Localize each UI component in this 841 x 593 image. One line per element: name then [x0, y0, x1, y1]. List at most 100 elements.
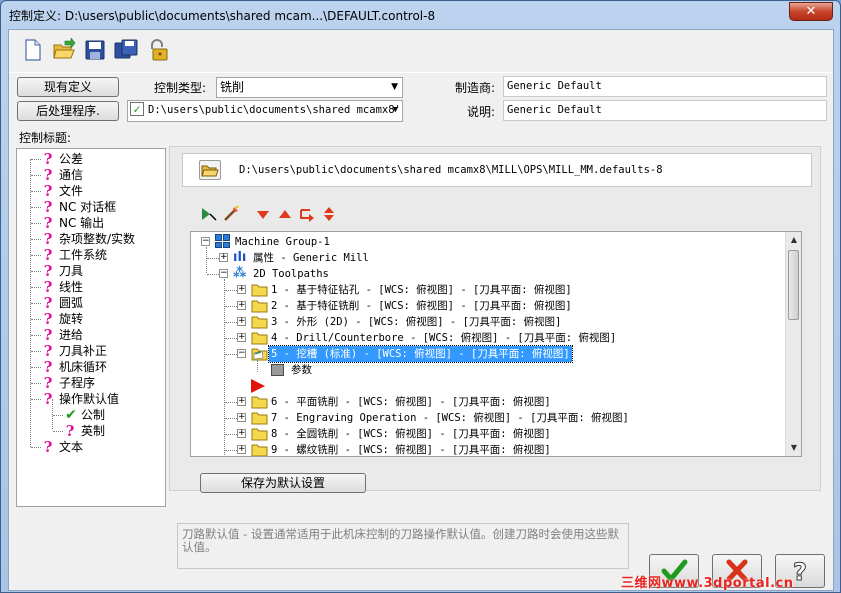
question-icon: ?: [43, 294, 53, 312]
folder-icon: [251, 428, 268, 441]
operation-node[interactable]: 3 - 外形 (2D) - [WCS: 俯视图] - [刀具平面: 俯视图]: [269, 314, 563, 330]
folder-icon: [251, 412, 268, 425]
question-icon: ?: [43, 438, 53, 456]
control-topic-label: 操作默认值: [59, 392, 120, 406]
operation-node[interactable]: 1 - 基于特征钻孔 - [WCS: 俯视图] - [刀具平面: 俯视图]: [269, 282, 574, 298]
toolpath-group-icon: ⁂: [233, 266, 247, 281]
question-icon: ?: [43, 358, 53, 376]
chevron-down-icon: ▼: [391, 82, 398, 92]
description-field[interactable]: Generic Default: [503, 100, 827, 121]
operation-node[interactable]: 2 - 基于特征铣削 - [WCS: 俯视图] - [刀具平面: 俯视图]: [269, 298, 574, 314]
expand-icon[interactable]: +: [237, 429, 246, 438]
watermark-text: 三维网www.3dportal.cn: [621, 576, 794, 591]
tree-connector: [31, 207, 41, 208]
tree-connector: [225, 306, 237, 307]
tree-connector: [31, 383, 41, 384]
expand-icon[interactable]: +: [237, 301, 246, 310]
existing-definition-button[interactable]: 现有定义: [17, 77, 119, 97]
expand-icon[interactable]: +: [237, 445, 246, 454]
move-down-icon[interactable]: [254, 205, 272, 223]
expand-icon[interactable]: +: [237, 413, 246, 422]
question-icon: ?: [43, 198, 53, 216]
tree-scrollbar[interactable]: ▲ ▼: [785, 232, 801, 456]
scroll-thumb[interactable]: [788, 250, 799, 320]
collapse-icon[interactable]: −: [237, 349, 246, 358]
title-bar[interactable]: 控制定义: D:\users\public\documents\shared m…: [1, 1, 840, 29]
expand-icon[interactable]: +: [237, 333, 246, 342]
control-type-label: 控制类型:: [154, 81, 207, 95]
expand-icon[interactable]: +: [237, 285, 246, 294]
tree-connector: [225, 418, 237, 419]
insert-arrow-icon[interactable]: [298, 205, 316, 223]
control-topic-label: 旋转: [59, 312, 84, 326]
move-up-icon[interactable]: [276, 205, 294, 223]
control-topic-label: 机床循环: [59, 360, 108, 374]
post-path-select[interactable]: ✓ D:\users\public\documents\shared mcamx…: [127, 100, 403, 122]
tree-connector: [31, 399, 41, 400]
folder-icon: [251, 300, 268, 313]
operation-node[interactable]: 9 - 螺纹铣削 - [WCS: 俯视图] - [刀具平面: 俯视图]: [269, 442, 553, 456]
operation-node[interactable]: 5 - 挖槽 (标准) - [WCS: 俯视图] - [刀具平面: 俯视图]: [268, 345, 573, 363]
post-processor-button[interactable]: 后处理程序.: [17, 101, 119, 121]
control-type-select[interactable]: 铣削 ▼: [216, 77, 403, 98]
open-folder-icon: [201, 165, 219, 177]
parameters-node[interactable]: 参数: [289, 362, 314, 378]
manufacturer-label: 制造商:: [455, 81, 496, 95]
tree-connector: [225, 322, 237, 323]
tree-connector: [31, 351, 41, 352]
operation-node[interactable]: 4 - Drill/Counterbore - [WCS: 俯视图] - [刀具…: [269, 330, 618, 346]
tree-connector: [207, 258, 219, 259]
question-icon: ?: [43, 182, 53, 200]
tree-connector: [31, 255, 41, 256]
expand-icon[interactable]: +: [237, 397, 246, 406]
question-icon: ?: [43, 150, 53, 168]
collapse-icon[interactable]: −: [219, 269, 228, 278]
operation-node[interactable]: 7 - Engraving Operation - [WCS: 俯视图] - […: [269, 410, 631, 426]
lock-icon[interactable]: [145, 38, 169, 62]
post-path-value: D:\users\public\documents\shared mcamx8': [148, 104, 401, 116]
properties-node[interactable]: 属性 - Generic Mill: [251, 250, 371, 266]
tree-connector: [31, 447, 41, 448]
tree-connector: [31, 319, 41, 320]
question-icon: ?: [43, 166, 53, 184]
post-enabled-checkbox[interactable]: ✓: [130, 102, 144, 116]
control-topic-label: 英制: [81, 424, 106, 438]
scroll-up-icon[interactable]: ▲: [786, 232, 801, 248]
tree-connector: [31, 175, 41, 176]
control-topics-tree[interactable]: ? 公差? 通信? 文件? NC 对话框? NC 输出? 杂项整数/实数? 工件系统? 刀具? 线…: [16, 148, 166, 507]
sort-icon[interactable]: [320, 205, 338, 223]
operation-node[interactable]: 6 - 平面铣削 - [WCS: 俯视图] - [刀具平面: 俯视图]: [269, 394, 553, 410]
check-icon: ✔: [65, 407, 77, 423]
toolpath-group-node[interactable]: 2D Toolpaths: [251, 266, 331, 282]
operations-toolbar: [200, 205, 338, 223]
defaults-file-path: D:\users\public\documents\shared mcamx8\…: [239, 164, 663, 176]
tree-connector: [225, 450, 237, 451]
svg-text:?: ?: [793, 558, 807, 586]
control-topic-label: 公制: [81, 408, 106, 422]
expand-icon[interactable]: +: [219, 253, 228, 262]
tree-connector: [225, 402, 237, 403]
new-file-icon[interactable]: [21, 38, 45, 62]
control-topics-label: 控制标题:: [19, 131, 72, 145]
question-icon: ?: [43, 310, 53, 328]
edit-wand-icon[interactable]: [222, 205, 240, 223]
open-folder-icon[interactable]: [52, 38, 76, 62]
operation-defaults-pane: D:\users\public\documents\shared mcamx8\…: [169, 146, 821, 493]
save-icon[interactable]: [83, 38, 107, 62]
tree-connector: [53, 415, 63, 416]
save-as-default-button[interactable]: 保存为默认设置: [200, 473, 366, 493]
manufacturer-field[interactable]: Generic Default: [503, 76, 827, 97]
close-button[interactable]: ✕: [789, 2, 833, 21]
tree-connector: [225, 290, 237, 291]
control-topic-label: 进给: [59, 328, 84, 342]
operation-node[interactable]: 8 - 全圆铣削 - [WCS: 俯视图] - [刀具平面: 俯视图]: [269, 426, 553, 442]
select-arrow-icon[interactable]: [200, 205, 218, 223]
browse-defaults-button[interactable]: [199, 160, 221, 180]
save-as-icon[interactable]: [114, 38, 138, 62]
collapse-icon[interactable]: −: [201, 237, 210, 246]
expand-icon[interactable]: +: [237, 317, 246, 326]
operations-tree[interactable]: − Machine Group-1 + ılı 属性 - Generic Mill − ⁂ 2…: [190, 231, 802, 457]
scroll-down-icon[interactable]: ▼: [786, 440, 801, 456]
machine-group-node[interactable]: Machine Group-1: [233, 234, 332, 250]
tree-connector: [206, 247, 207, 273]
